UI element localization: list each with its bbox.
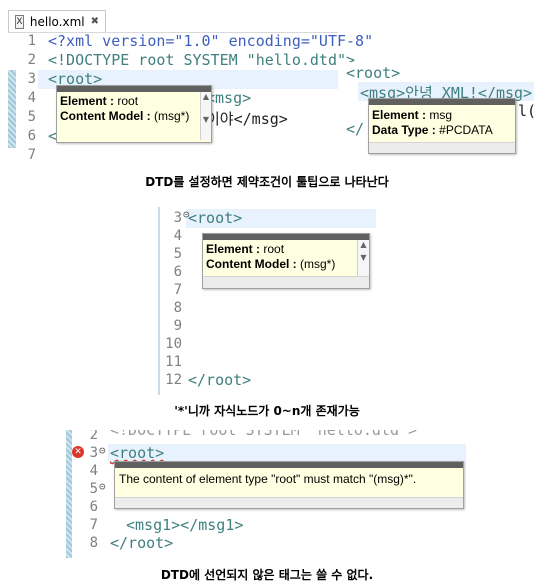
scroll-down-icon[interactable]: ▼ — [201, 115, 211, 124]
tooltip-element-label: Element : — [60, 94, 115, 108]
tooltip-scrollbar[interactable]: ▲ ▼ — [357, 240, 369, 276]
line-number: 3 — [27, 71, 36, 87]
line-number: 6 — [27, 128, 36, 144]
tooltip-element-row: Element : root — [57, 94, 211, 109]
editor-tabbar: X hello.xml ✖ — [8, 8, 338, 33]
error-message: The content of element type "root" must … — [119, 472, 417, 486]
tooltip-element-row: Element : msg — [369, 108, 515, 123]
xml-editor[interactable]: 1 2 3 4 5 6 7 <?xml version="1.0" encodi… — [8, 32, 373, 163]
error-icon[interactable]: ✕ — [72, 446, 84, 458]
tooltip-hscrollbar[interactable] — [115, 497, 463, 508]
tooltip-model-value: (msg*) — [300, 257, 336, 271]
tooltip-header — [203, 234, 369, 240]
tooltip-scrollbar[interactable]: ▲ ▼ — [200, 92, 211, 140]
content-model-tooltip: Element : root Content Model : (msg*) ▲ … — [56, 85, 212, 143]
code-trailing-fragment: l( — [518, 102, 534, 120]
element-type-tooltip: Element : msg Data Type : #PCDATA — [368, 98, 516, 154]
line-number: 5 — [27, 109, 36, 125]
scroll-down-icon[interactable]: ▼ — [358, 253, 369, 262]
line-number: 2 — [27, 52, 36, 68]
tooltip-header — [369, 99, 515, 105]
tooltip-element-value: root — [263, 242, 285, 256]
tooltip-model-value: (msg*) — [154, 109, 190, 123]
tooltip-hscrollbar[interactable] — [369, 142, 515, 153]
panel-dtd-tooltip: X hello.xml ✖ 1 2 3 4 5 6 7 <?xml versio… — [0, 0, 534, 170]
fold-icon[interactable]: ⊝ — [99, 480, 106, 493]
gutter-marker — [8, 70, 16, 148]
panel-content-model: 3 ⊝ 4 5 6 7 8 9 10 11 12 <root> </root> … — [158, 207, 376, 395]
code-root-open: <root> — [188, 209, 243, 227]
caption-2: '*'니까 자식노드가 0~n개 존재가능 — [174, 404, 360, 418]
tooltip-header — [57, 86, 211, 92]
line-number: 3 — [173, 210, 182, 226]
line-number: 9 — [173, 318, 182, 334]
scroll-up-icon[interactable]: ▲ — [201, 92, 211, 101]
line-number: 7 — [173, 282, 182, 298]
tooltip-model-label: Content Model : — [60, 109, 151, 123]
tooltip-type-label: Data Type : — [372, 123, 436, 137]
tooltip-element-value: root — [117, 94, 139, 108]
line-number: 5 — [89, 481, 98, 497]
line-number: 6 — [173, 264, 182, 280]
tooltip-header — [115, 462, 463, 468]
tooltip-type-value: #PCDATA — [439, 123, 493, 137]
line-number: 4 — [27, 90, 36, 106]
line-number: 6 — [89, 499, 98, 515]
code-root-open-error: <root> — [110, 444, 165, 462]
panel-validation-error: <!DOCTYPE root SYSTEM "hello.dtd"> 2 3 4… — [66, 430, 466, 558]
xml-file-icon: X — [15, 14, 24, 29]
caption-1: DTD를 설정하면 제약조건이 툴팁으로 나타난다 — [145, 175, 389, 189]
tooltip-model-label: Content Model : — [206, 257, 297, 271]
code-line-msg: <msg> — [206, 89, 252, 107]
code-root-close: </root> — [188, 371, 252, 389]
code-root-tag: <root> — [346, 64, 401, 82]
code-line-msg-text: 이야</msg> — [206, 110, 288, 128]
code-msg1-line: <msg1></msg1> — [126, 516, 244, 534]
line-number: 1 — [27, 33, 36, 49]
right-code-snippet: <root> <msg>안녕 XML!</msg> </ l( Element … — [340, 62, 534, 162]
code-close-fragment: </ — [346, 120, 365, 138]
code-line-xml-decl: <?xml version="1.0" encoding="UTF-8" — [48, 32, 374, 50]
code-line-doctype: <!DOCTYPE root SYSTEM "hello.dtd"> — [48, 51, 356, 69]
line-number: 5 — [173, 246, 182, 262]
tooltip-hscrollbar[interactable] — [203, 276, 369, 288]
error-tooltip: The content of element type "root" must … — [114, 461, 464, 509]
close-icon[interactable]: ✖ — [91, 16, 99, 27]
tooltip-type-row: Data Type : #PCDATA — [369, 123, 515, 138]
tooltip-model-row: Content Model : (msg*) — [203, 257, 369, 272]
scroll-up-icon[interactable]: ▲ — [358, 240, 369, 249]
tooltip-element-label: Element : — [206, 242, 261, 256]
line-number: 2 — [89, 430, 98, 443]
tooltip-element-value: msg — [429, 108, 453, 122]
line-number: 8 — [89, 535, 98, 551]
line-number: 8 — [173, 300, 182, 316]
tab-label: hello.xml — [29, 14, 85, 29]
line-number: 7 — [27, 147, 36, 163]
line-number: 4 — [173, 228, 182, 244]
gutter-marker — [66, 430, 72, 558]
line-number: 4 — [89, 463, 98, 479]
tooltip-model-row: Content Model : (msg*) — [57, 109, 211, 124]
line-number: 7 — [89, 517, 98, 533]
tab-hello-xml[interactable]: X hello.xml ✖ — [8, 10, 106, 32]
line-number: 12 — [165, 372, 182, 388]
line-number: 11 — [165, 354, 182, 370]
caption-3: DTD에 선언되지 않은 태그는 쓸 수 없다. — [160, 568, 374, 582]
gutter-edge — [158, 207, 160, 395]
content-model-tooltip: Element : root Content Model : (msg*) ▲ … — [202, 233, 370, 289]
code-doctype-fragment: <!DOCTYPE root SYSTEM "hello.dtd"> — [110, 430, 418, 439]
code-root-close: </root> — [110, 534, 174, 552]
tooltip-element-label: Element : — [372, 108, 427, 122]
tooltip-element-row: Element : root — [203, 242, 369, 257]
fold-icon[interactable]: ⊝ — [99, 444, 106, 457]
line-number: 10 — [165, 336, 182, 352]
